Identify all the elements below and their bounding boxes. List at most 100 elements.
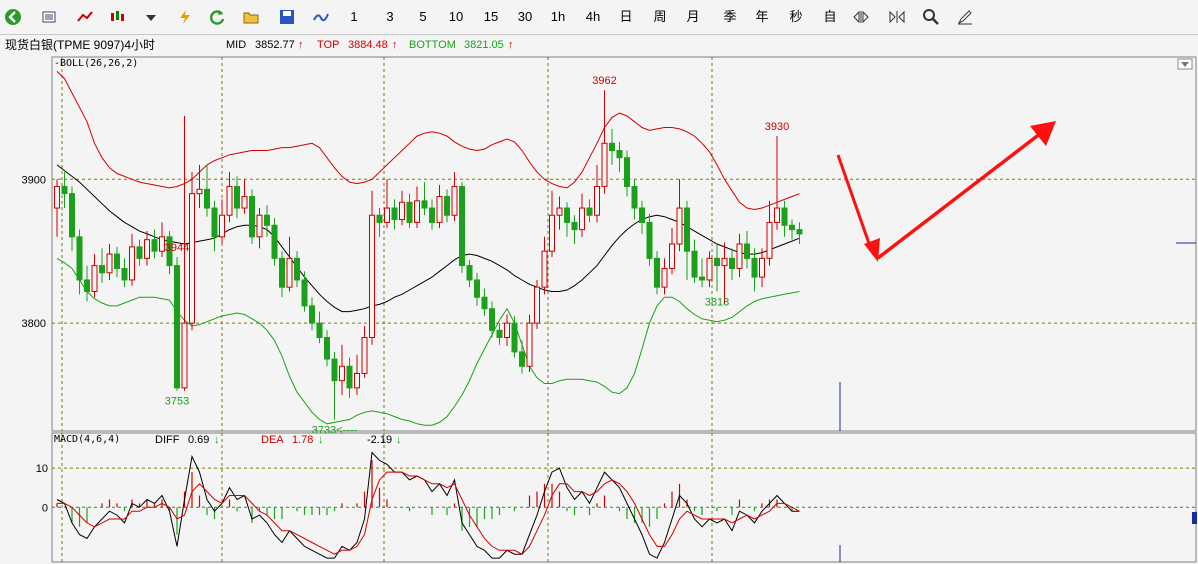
macd-y-tick-label: 0	[42, 502, 48, 514]
candle-body	[676, 207, 683, 245]
candle-body	[421, 200, 428, 209]
candle-body	[114, 253, 120, 269]
candle-body	[241, 196, 248, 209]
candle-body	[541, 250, 548, 288]
candle-body	[129, 246, 135, 281]
candle-body	[256, 214, 263, 238]
candle-body	[189, 193, 195, 324]
candle-body	[601, 142, 608, 187]
candle-body	[759, 257, 765, 278]
candle-body	[234, 185, 240, 209]
dea-label: DEA	[261, 434, 284, 446]
candle-body	[661, 267, 668, 288]
candle-body	[384, 207, 390, 223]
candle-body	[774, 207, 780, 223]
chart-area: 38003900010-BOLL(26,26,2)394437533733<--…	[22, 56, 1197, 563]
candle-body	[204, 188, 210, 209]
candle-body	[729, 257, 735, 269]
candle-body	[444, 196, 450, 216]
candle-body	[99, 265, 105, 274]
candle-body	[91, 265, 98, 292]
candle-body	[406, 201, 413, 223]
candle-body	[474, 279, 480, 298]
candle-body	[331, 358, 338, 382]
price-annotation: 3753	[165, 396, 189, 408]
diff-arrow-icon: ↓	[214, 434, 220, 446]
candle-body	[594, 185, 600, 216]
candle-body	[301, 279, 308, 307]
candle-body	[489, 308, 495, 331]
price-annotation: 3962	[592, 75, 616, 87]
candle-body	[159, 236, 165, 252]
diff-value: 0.69	[188, 434, 209, 446]
candle-body	[54, 185, 60, 209]
candle-body	[106, 253, 113, 274]
candle-body	[249, 196, 255, 238]
candle-body	[361, 337, 368, 374]
candle-body	[354, 372, 360, 389]
candle-body	[519, 351, 525, 367]
candle-body	[279, 257, 285, 288]
candle-body	[736, 243, 743, 269]
candle-body	[526, 322, 533, 367]
candle-body	[654, 257, 660, 288]
candle-body	[714, 257, 720, 267]
candle-body	[549, 214, 555, 252]
candle-body	[414, 200, 420, 223]
candle-body	[451, 185, 458, 216]
candle-body	[324, 337, 330, 360]
dea-arrow-icon: ↓	[318, 434, 324, 446]
candle-body	[586, 207, 593, 216]
candle-body	[436, 196, 443, 223]
candle-body	[346, 365, 353, 389]
candle-body	[466, 265, 473, 281]
candle-body	[174, 265, 180, 389]
macd-title: MACD(4,6,4)	[54, 434, 120, 445]
macd-arrow-icon: ↓	[396, 434, 402, 446]
candle-body	[309, 305, 315, 324]
candle-body	[556, 207, 563, 216]
candle-body	[796, 229, 803, 235]
candle-body	[459, 185, 465, 267]
candle-body	[496, 329, 503, 338]
candle-body	[744, 243, 750, 259]
candle-body	[76, 236, 83, 281]
candle-body	[609, 142, 615, 152]
candle-body	[376, 214, 383, 223]
candle-body	[264, 214, 270, 226]
candle-body	[211, 207, 218, 238]
candle-body	[631, 185, 638, 209]
candle-body	[721, 257, 728, 267]
candle-body	[624, 157, 630, 187]
macd-right-marker	[1192, 512, 1197, 524]
candle-body	[699, 276, 705, 281]
candle-body	[706, 257, 713, 281]
candle-body	[616, 150, 623, 159]
candle-body	[691, 250, 698, 278]
candle-body	[511, 322, 518, 353]
candle-body	[121, 267, 128, 281]
macd-value: -2.19	[367, 434, 392, 446]
candle-body	[789, 224, 795, 231]
candle-body	[286, 257, 293, 288]
macd-y-tick-label: 10	[36, 463, 48, 475]
candle-body	[481, 296, 488, 310]
price-panel	[51, 56, 1197, 432]
price-annotation: 3930	[765, 121, 789, 133]
y-tick-label: 3800	[22, 318, 46, 330]
candle-body	[766, 221, 773, 259]
candle-body	[504, 322, 510, 339]
candle-body	[294, 257, 300, 281]
candle-body	[61, 185, 68, 195]
candle-body	[534, 286, 540, 324]
y-tick-label: 3900	[22, 174, 46, 186]
candle-body	[84, 279, 90, 292]
candle-body	[781, 207, 788, 226]
candle-body	[571, 221, 578, 231]
candle-body	[271, 224, 278, 259]
dea-value: 1.78	[292, 434, 313, 446]
candle-body	[564, 207, 570, 223]
price-annotation: 3813	[705, 296, 729, 308]
candle-body	[579, 207, 585, 231]
price-annotation: 3944	[165, 242, 189, 254]
